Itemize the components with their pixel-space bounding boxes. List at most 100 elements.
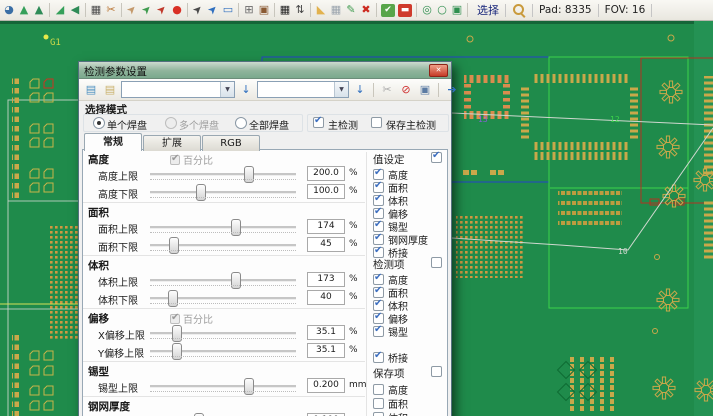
radio-单个焊盘[interactable] — [93, 117, 105, 129]
checkbox-保存主检测[interactable] — [371, 117, 382, 128]
measure-b-icon[interactable]: ▲ — [32, 2, 46, 18]
check-item: 面积 — [373, 286, 449, 299]
check-item-label: 桥接 — [388, 350, 408, 365]
load-template-icon[interactable]: ▤ — [83, 82, 99, 98]
sort-icon[interactable]: ⇅ — [293, 2, 307, 18]
master-checkbox[interactable] — [431, 257, 442, 268]
slider-label: 体积下限 — [98, 292, 138, 307]
select-mode-button[interactable]: 选择 — [477, 2, 499, 18]
item-checkbox[interactable] — [373, 195, 384, 206]
template-combo-2[interactable]: ▼ — [257, 81, 349, 98]
cone-icon[interactable]: ◀ — [68, 2, 82, 18]
open-project-icon[interactable]: ◕ — [2, 2, 16, 18]
screen-capture-icon[interactable]: ▦ — [89, 2, 103, 18]
radio-多个焊盘[interactable] — [165, 117, 177, 129]
checkbox-label: 保存主检测 — [386, 117, 436, 132]
item-checkbox[interactable] — [373, 208, 384, 219]
item-checkbox[interactable] — [373, 182, 384, 193]
slider-label: 面积下限 — [98, 239, 138, 254]
value-input[interactable]: 174 — [307, 219, 345, 234]
tab-extended[interactable]: 扩展 — [143, 135, 201, 151]
value-input[interactable]: 0.200 — [307, 378, 345, 393]
item-checkbox[interactable] — [373, 326, 384, 337]
slider-track[interactable] — [150, 385, 296, 388]
toolbar-icons: ◕▲▲◢◀▦✂➤➤➤●➤➤▭⊞▣▦⇅◣▦✎✖✔▬◎○▣ — [2, 2, 470, 18]
item-checkbox[interactable] — [373, 300, 384, 311]
check-item-label: 体积 — [388, 410, 408, 416]
apply-template-2-icon[interactable]: ↓ — [352, 82, 368, 98]
slider-track[interactable] — [150, 191, 296, 194]
item-checkbox[interactable] — [373, 287, 384, 298]
checkbox-主检测[interactable] — [313, 117, 324, 128]
main-toolbar: ◕▲▲◢◀▦✂➤➤➤●➤➤▭⊞▣▦⇅◣▦✎✖✔▬◎○▣ 选择 Pad: 8335… — [0, 0, 713, 21]
grid-icon[interactable]: ▦ — [329, 2, 343, 18]
detection-params-dialog: 检测参数设置 ✕ ▤▤▼↓▼↓✂⊘▣➔ 选择模式 单个焊盘多个焊盘全部焊盘 主检… — [78, 61, 452, 416]
grid-window-icon[interactable]: ⊞ — [242, 2, 256, 18]
item-checkbox[interactable] — [373, 274, 384, 285]
edit-icon[interactable]: ✎ — [344, 2, 358, 18]
measure-a-icon[interactable]: ▲ — [17, 2, 31, 18]
edit-disabled-icon[interactable]: ✂ — [379, 82, 395, 98]
slider-row: 面积上限174% — [83, 218, 365, 236]
item-checkbox[interactable] — [373, 313, 384, 324]
stop-icon[interactable]: ▬ — [398, 4, 412, 17]
item-checkbox[interactable] — [373, 221, 384, 232]
square-dot-icon[interactable]: ▣ — [450, 2, 464, 18]
value-input[interactable]: 40 — [307, 290, 345, 305]
toolbar-separator — [85, 3, 86, 17]
master-checkbox[interactable] — [431, 152, 442, 163]
save-icon[interactable]: ▣ — [417, 82, 433, 98]
value-input[interactable]: 35.1 — [307, 343, 345, 358]
value-input[interactable]: 200.0 — [307, 166, 345, 181]
tools-icon[interactable]: ✂ — [104, 2, 118, 18]
ruler-triangle-icon[interactable]: ◢ — [53, 2, 67, 18]
percent-checkbox[interactable] — [170, 314, 180, 324]
tab-general[interactable]: 常规 — [84, 133, 142, 151]
slider-track[interactable] — [150, 226, 296, 229]
slider-track[interactable] — [150, 332, 296, 335]
param-group: 钢网厚度钢网厚度0.100mm — [83, 396, 365, 416]
radio-全部焊盘[interactable] — [235, 117, 247, 129]
circle-icon[interactable]: ○ — [435, 2, 449, 18]
slider-track[interactable] — [150, 173, 296, 176]
set-square-icon[interactable]: ◣ — [314, 2, 328, 18]
camera-icon[interactable]: ▣ — [257, 2, 271, 18]
item-checkbox[interactable] — [373, 412, 384, 416]
toolbar-separator — [467, 3, 468, 17]
magnifier-icon[interactable] — [512, 3, 526, 17]
load-template-alt-icon[interactable]: ▤ — [102, 82, 118, 98]
item-checkbox[interactable] — [373, 398, 384, 409]
item-checkbox[interactable] — [373, 352, 384, 363]
master-checkbox[interactable] — [431, 366, 442, 377]
apply-template-1-icon[interactable]: ↓ — [238, 82, 254, 98]
value-input[interactable]: 100.0 — [307, 184, 345, 199]
record-circle-icon[interactable]: ◎ — [420, 2, 434, 18]
dialog-titlebar[interactable]: 检测参数设置 ✕ — [79, 62, 451, 79]
tiles-icon[interactable]: ▦ — [278, 2, 292, 18]
delete-icon[interactable]: ✖ — [359, 2, 373, 18]
check-panel-保存项: 保存项高度面积体积偏移 — [373, 366, 449, 416]
value-input[interactable]: 35.1 — [307, 325, 345, 340]
exit-icon[interactable]: ➔ — [444, 82, 460, 98]
value-input[interactable]: 45 — [307, 237, 345, 252]
pad-selection-group: 单个焊盘多个焊盘全部焊盘 — [83, 114, 303, 132]
confirm-icon[interactable]: ✔ — [381, 4, 395, 17]
close-button[interactable]: ✕ — [429, 64, 448, 77]
item-checkbox[interactable] — [373, 234, 384, 245]
percent-checkbox[interactable] — [170, 155, 180, 165]
item-checkbox[interactable] — [373, 169, 384, 180]
slider-track[interactable] — [150, 279, 296, 282]
slider-track[interactable] — [150, 350, 296, 353]
chevron-down-icon[interactable]: ▼ — [334, 82, 348, 97]
block-icon[interactable]: ⊘ — [398, 82, 414, 98]
chevron-down-icon[interactable]: ▼ — [220, 82, 234, 97]
tab-rgb[interactable]: RGB — [202, 135, 260, 151]
slider-track[interactable] — [150, 297, 296, 300]
slider-track[interactable] — [150, 244, 296, 247]
check-item: 钢网厚度 — [373, 233, 449, 246]
item-checkbox[interactable] — [373, 384, 384, 395]
value-input[interactable]: 173 — [307, 272, 345, 287]
template-combo-1[interactable]: ▼ — [121, 81, 235, 98]
radio-label: 单个焊盘 — [107, 117, 147, 132]
check-item: 高度 — [373, 273, 449, 286]
